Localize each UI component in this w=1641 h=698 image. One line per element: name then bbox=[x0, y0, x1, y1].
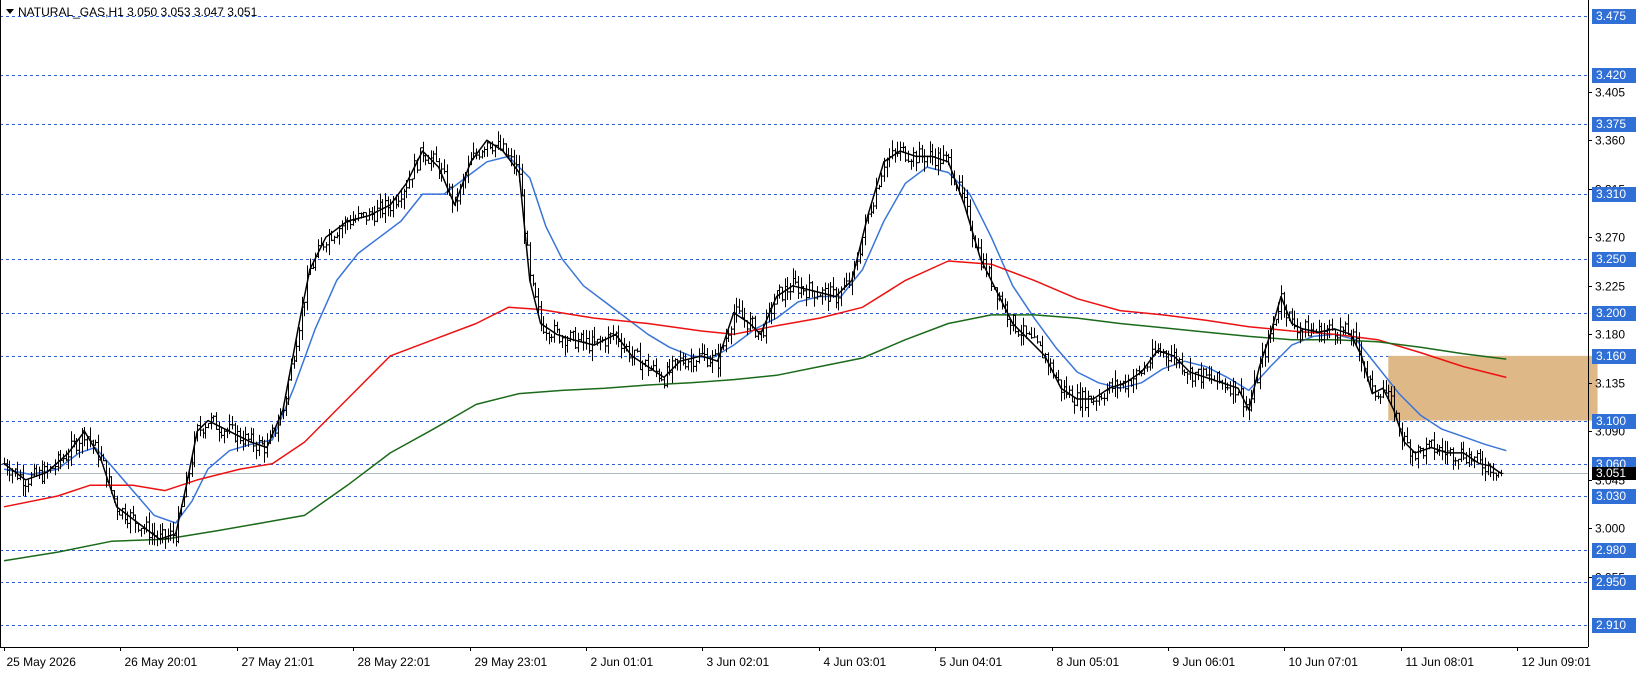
plot-background bbox=[0, 0, 1641, 693]
x-tick-label: 12 Jun 09:01 bbox=[1522, 655, 1592, 669]
chart-canvas[interactable]: 3.4053.3603.3153.2703.2253.1803.1353.090… bbox=[0, 0, 1641, 693]
level-badge-label: 2.950 bbox=[1596, 575, 1626, 589]
zone-layer bbox=[1388, 355, 1598, 421]
level-badge-label: 3.310 bbox=[1596, 187, 1626, 201]
y-tick-label: 3.180 bbox=[1595, 328, 1625, 342]
x-tick-label: 2 Jun 01:01 bbox=[591, 655, 654, 669]
level-badge-label: 3.200 bbox=[1596, 306, 1626, 320]
y-tick-label: 3.360 bbox=[1595, 134, 1625, 148]
y-tick-label: 3.135 bbox=[1595, 377, 1625, 391]
x-tick-label: 29 May 23:01 bbox=[475, 655, 548, 669]
x-tick-label: 27 May 21:01 bbox=[242, 655, 315, 669]
x-tick-label: 25 May 2026 bbox=[7, 655, 77, 669]
x-tick-label: 4 Jun 03:01 bbox=[824, 655, 887, 669]
x-tick-label: 5 Jun 04:01 bbox=[940, 655, 1003, 669]
level-badge-label: 3.250 bbox=[1596, 252, 1626, 266]
x-tick-label: 28 May 22:01 bbox=[358, 655, 431, 669]
level-badge-label: 2.980 bbox=[1596, 543, 1626, 557]
y-tick-label: 3.000 bbox=[1595, 522, 1625, 536]
x-tick-label: 9 Jun 06:01 bbox=[1173, 655, 1236, 669]
level-badge-label: 3.375 bbox=[1596, 117, 1626, 131]
chart-title: NATURAL_GAS,H1 3.050 3.053 3.047 3.051 bbox=[18, 5, 258, 19]
level-badge-label: 3.100 bbox=[1596, 414, 1626, 428]
level-badge-label: 3.420 bbox=[1596, 68, 1626, 82]
x-tick-label: 8 Jun 05:01 bbox=[1057, 655, 1120, 669]
current-price-label: 3.051 bbox=[1596, 466, 1626, 480]
x-tick-label: 26 May 20:01 bbox=[125, 655, 198, 669]
y-tick-label: 3.270 bbox=[1595, 231, 1625, 245]
level-badge-label: 3.475 bbox=[1596, 9, 1626, 23]
level-badge-label: 3.160 bbox=[1596, 349, 1626, 363]
level-badge-label: 3.030 bbox=[1596, 489, 1626, 503]
x-tick-label: 3 Jun 02:01 bbox=[707, 655, 770, 669]
x-tick-label: 10 Jun 07:01 bbox=[1289, 655, 1359, 669]
chart-title-group: NATURAL_GAS,H1 3.050 3.053 3.047 3.051 bbox=[6, 5, 258, 19]
supply-zone-rect[interactable] bbox=[1388, 355, 1598, 421]
y-tick-label: 3.405 bbox=[1595, 86, 1625, 100]
price-chart[interactable]: 3.4053.3603.3153.2703.2253.1803.1353.090… bbox=[0, 0, 1641, 693]
level-badge-label: 2.910 bbox=[1596, 618, 1626, 632]
x-tick-label: 11 Jun 08:01 bbox=[1406, 655, 1475, 669]
y-tick-label: 3.225 bbox=[1595, 280, 1625, 294]
